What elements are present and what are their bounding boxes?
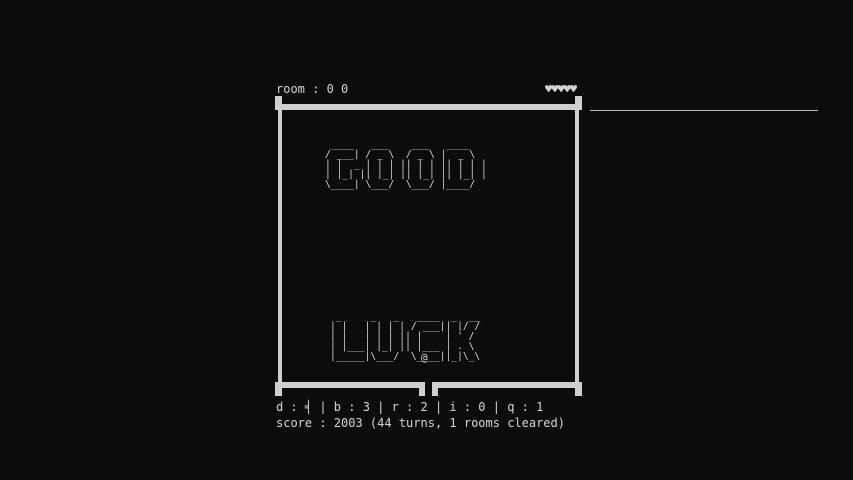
room-wall-right <box>575 104 579 394</box>
health-hearts: ♥♥♥♥♥ <box>545 82 577 96</box>
room-corner-bottom-left <box>275 382 282 396</box>
room-coordinates: room : 0 0 <box>276 82 349 96</box>
corridor-line <box>590 110 818 111</box>
room-corner-bottom-right <box>575 382 582 396</box>
game-screen: room : 0 0 ♥♥♥♥♥ ____ ___ ___ ____ / ___… <box>0 0 853 480</box>
doorway-edge-right <box>432 382 438 396</box>
ascii-banner-luck: _ _ _ ____ _ __ | | | | | | / ___|| |/ /… <box>330 311 481 362</box>
ascii-banner-good: ____ ___ ___ ____ / ___| / _ \ / _ \ | _… <box>325 139 487 190</box>
room-wall-bottom-left <box>276 382 425 388</box>
doorway-edge-left <box>419 382 425 396</box>
stats-line: d : ╡ | b : 3 | r : 2 | i : 0 | q : 1 <box>276 400 544 414</box>
room-wall-left <box>278 104 282 394</box>
room-wall-top <box>276 104 582 110</box>
room-wall-bottom-right <box>432 382 582 388</box>
score-line: score : 2003 (44 turns, 1 rooms cleared) <box>276 416 565 430</box>
player-character: @ <box>421 351 428 364</box>
